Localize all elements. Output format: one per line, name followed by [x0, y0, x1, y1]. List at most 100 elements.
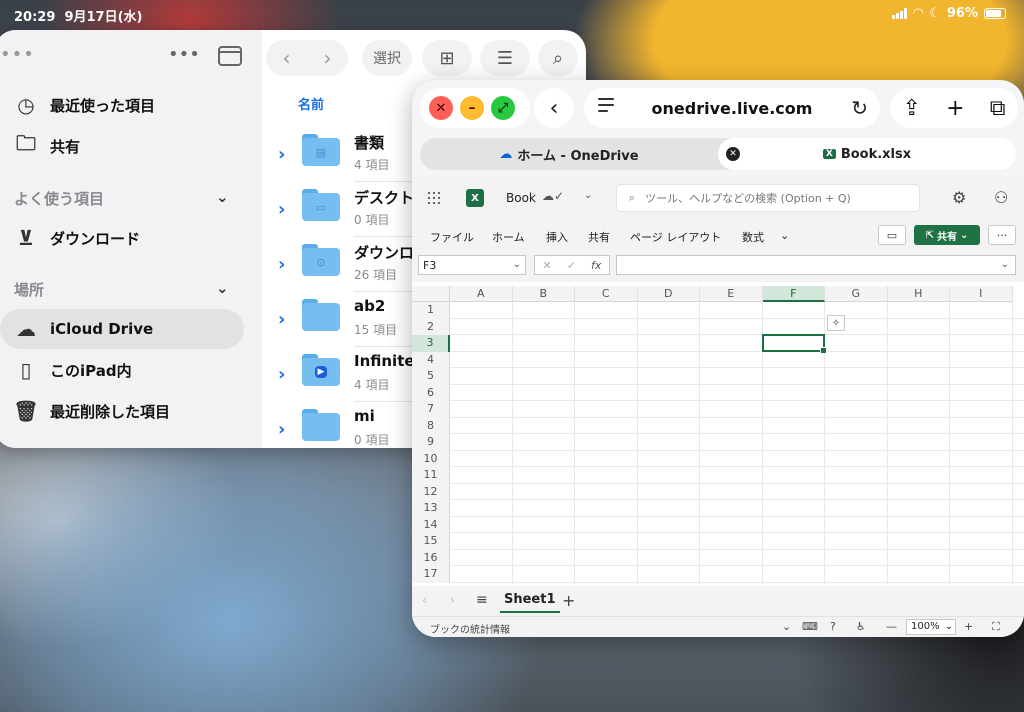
prev-sheet-icon[interactable]: ‹	[422, 593, 427, 607]
name-column-header[interactable]: 名前	[298, 94, 324, 113]
search-input[interactable]: ⌕ ツール、ヘルプなどの検索 (Option + Q)	[616, 184, 920, 212]
column-header-G[interactable]: G	[825, 286, 888, 302]
chevron-down-icon[interactable]: ⌄	[513, 259, 521, 270]
sheet-tab[interactable]: Sheet1	[500, 592, 560, 613]
tab-insert[interactable]: 挿入	[546, 229, 568, 245]
search-icon[interactable]: ⌕	[538, 40, 578, 76]
sidebar-item-recents[interactable]: ◷ 最近使った項目	[0, 85, 244, 125]
row-header-11[interactable]: 11	[412, 467, 450, 484]
select-button[interactable]: 選択	[362, 40, 412, 76]
row-header-17[interactable]: 17	[412, 566, 450, 583]
add-sheet-icon[interactable]: +	[562, 591, 575, 610]
share-icon[interactable]: ⇪	[903, 96, 921, 121]
fullscreen-window-icon[interactable]: ⤢	[491, 96, 515, 120]
formula-input[interactable]: ⌄	[616, 255, 1016, 275]
back-forward-buttons[interactable]: ‹ ›	[266, 40, 348, 76]
column-header-F[interactable]: F	[762, 286, 825, 302]
gear-icon[interactable]: ⚙	[952, 188, 966, 207]
selected-cell[interactable]	[761, 334, 827, 353]
list-view-icon[interactable]: ☰	[480, 40, 530, 76]
keyboard-icon[interactable]: ⌨	[802, 620, 818, 633]
name-box[interactable]: F3 ⌄	[418, 255, 526, 275]
chevron-right-icon[interactable]: ›	[278, 364, 285, 385]
row-header-15[interactable]: 15	[412, 533, 450, 550]
column-header-C[interactable]: C	[575, 286, 638, 302]
tab-onedrive-home[interactable]: ☁ ホーム - OneDrive	[420, 138, 718, 170]
row-header-2[interactable]: 2	[412, 318, 450, 335]
next-sheet-icon[interactable]: ›	[450, 593, 455, 607]
column-header-I[interactable]: I	[950, 286, 1013, 302]
chevron-down-icon[interactable]: ⌄	[584, 190, 592, 201]
more-options-icon[interactable]: ···	[988, 225, 1016, 245]
excel-logo-icon[interactable]: X	[466, 189, 484, 207]
row-header-3[interactable]: 3	[412, 335, 450, 352]
chevron-down-icon[interactable]: ⌄	[216, 188, 229, 206]
row-header-6[interactable]: 6	[412, 384, 450, 401]
more-icon[interactable]: •••	[168, 44, 200, 65]
quick-analysis-icon[interactable]: ✧	[827, 315, 845, 332]
zoom-out-icon[interactable]: —	[886, 620, 897, 633]
row-header-10[interactable]: 10	[412, 450, 450, 467]
column-header-A[interactable]: A	[450, 286, 513, 302]
column-header-D[interactable]: D	[637, 286, 700, 302]
row-header-4[interactable]: 4	[412, 351, 450, 368]
ribbon-more-chevron-icon[interactable]: ⌄	[780, 229, 789, 242]
minimize-window-icon[interactable]: –	[460, 96, 484, 120]
tabs-overview-icon[interactable]: ⧉	[990, 96, 1006, 121]
row-header-13[interactable]: 13	[412, 500, 450, 517]
row-header-9[interactable]: 9	[412, 434, 450, 451]
sidebar-item-on-ipad[interactable]: ▯ このiPad内	[0, 350, 244, 390]
chevron-right-icon[interactable]: ›	[278, 144, 285, 165]
chevron-right-icon[interactable]: ›	[278, 199, 285, 220]
chevron-right-icon[interactable]: ›	[278, 254, 285, 275]
accessibility-icon[interactable]: ♿	[856, 620, 866, 633]
column-header-E[interactable]: E	[700, 286, 763, 302]
function-icon[interactable]: fx	[591, 259, 601, 272]
row-header-16[interactable]: 16	[412, 549, 450, 566]
app-launcher-icon[interactable]	[428, 192, 440, 204]
row-header-7[interactable]: 7	[412, 401, 450, 418]
row-header-5[interactable]: 5	[412, 368, 450, 385]
workbook-statistics[interactable]: ブックの統計情報	[430, 621, 510, 636]
select-all-corner[interactable]	[412, 286, 450, 302]
confirm-icon[interactable]: ✓	[567, 259, 576, 272]
chevron-right-icon[interactable]: ›	[278, 309, 285, 330]
share-button[interactable]: ⇱ 共有 ⌄	[914, 225, 980, 245]
tab-home[interactable]: ホーム	[492, 229, 525, 245]
close-tab-icon[interactable]: ✕	[726, 147, 740, 161]
chevron-down-icon[interactable]: ⌄	[782, 620, 791, 633]
account-icon[interactable]: ⚇	[994, 188, 1008, 207]
sidebar-toggle-icon[interactable]	[218, 46, 242, 66]
tab-formulas[interactable]: 数式	[742, 229, 764, 245]
forward-icon[interactable]: ›	[324, 46, 332, 70]
row-header-14[interactable]: 14	[412, 516, 450, 533]
row-header-8[interactable]: 8	[412, 417, 450, 434]
sidebar-item-recently-deleted[interactable]: 🗑 最近削除した項目	[0, 391, 244, 431]
cancel-icon[interactable]: ✕	[543, 259, 552, 272]
back-icon[interactable]: ‹	[283, 46, 291, 70]
tab-file[interactable]: ファイル	[430, 229, 474, 245]
reload-icon[interactable]: ↻	[851, 96, 868, 120]
comment-icon[interactable]: ▭	[878, 225, 906, 245]
zoom-in-icon[interactable]: +	[964, 620, 973, 633]
sidebar-item-icloud-drive[interactable]: ☁ iCloud Drive	[0, 309, 244, 349]
column-header-B[interactable]: B	[512, 286, 575, 302]
zoom-select[interactable]: 100% ⌄	[906, 619, 956, 635]
chevron-right-icon[interactable]: ›	[278, 419, 285, 440]
address-bar[interactable]: onedrive.live.com ↻	[584, 88, 880, 128]
tab-book-xlsx[interactable]: ✕ X Book.xlsx	[718, 138, 1016, 170]
sheet-list-icon[interactable]: ≡	[476, 592, 488, 608]
row-header-12[interactable]: 12	[412, 483, 450, 500]
window-handle-icon[interactable]: •••	[0, 44, 35, 65]
back-icon[interactable]: ‹	[534, 88, 574, 128]
sidebar-item-shared[interactable]: 🗀 共有	[0, 126, 244, 166]
spreadsheet-grid[interactable]: A B C D E F G H I 1 2 3 4 5 6 7 8 9 10 11 12 13 14 15 16 17 ✧	[412, 286, 1024, 584]
chevron-down-icon[interactable]: ⌄	[1001, 259, 1009, 270]
fullscreen-icon[interactable]: ⛶	[992, 620, 1000, 634]
help-icon[interactable]: ?	[830, 620, 836, 633]
row-header-1[interactable]: 1	[412, 302, 450, 319]
tab-share[interactable]: 共有	[588, 229, 610, 245]
sidebar-item-downloads[interactable]: ⊻ ダウンロード	[0, 218, 244, 258]
new-folder-icon[interactable]: ⊞	[422, 40, 472, 76]
url-text[interactable]: onedrive.live.com	[584, 99, 880, 118]
